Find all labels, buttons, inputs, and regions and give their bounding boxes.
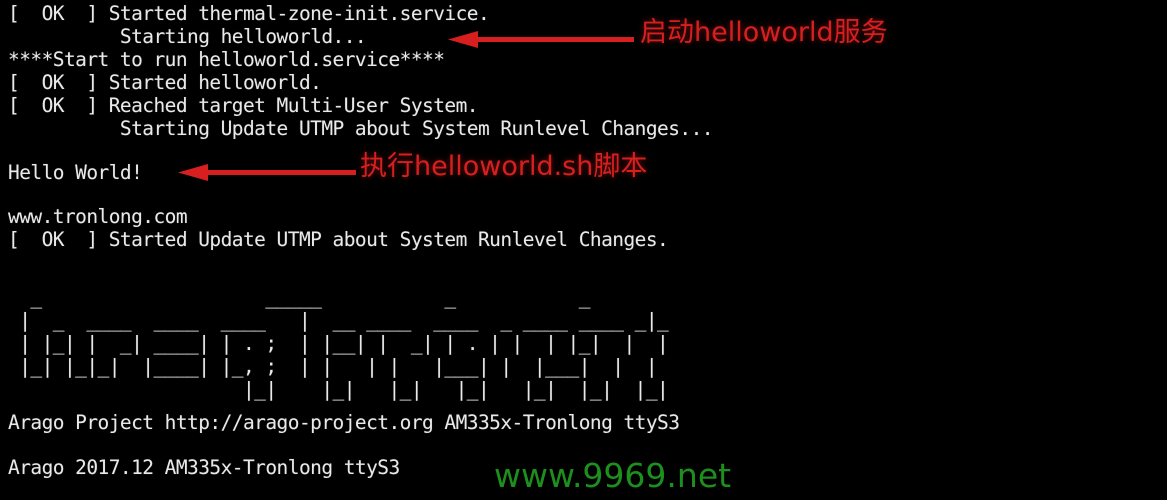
annotation-label-run-helloworld-script: 执行helloworld.sh脚本 bbox=[360, 151, 648, 182]
console-line: [ OK ] Started Update UTMP about System … bbox=[8, 228, 669, 251]
console-line: [ OK ] Started thermal-zone-init.service… bbox=[8, 2, 490, 25]
console-line: ****Start to run helloworld.service**** bbox=[8, 48, 445, 71]
arago-ascii-banner: _ _____ _ _ | _ ____ ____ ____ | __ ____… bbox=[19, 286, 669, 401]
console-line: Starting Update UTMP about System Runlev… bbox=[8, 117, 714, 140]
console-line: [ OK ] Started helloworld. bbox=[8, 71, 322, 94]
annotation-arrow-left-icon bbox=[448, 31, 634, 49]
annotation-arrow-left-icon bbox=[178, 164, 356, 182]
site-watermark: www.9969.net bbox=[494, 456, 732, 495]
annotation-label-start-helloworld-service: 启动helloworld服务 bbox=[640, 17, 888, 48]
console-line: www.tronlong.com bbox=[8, 205, 188, 228]
console-line: Starting helloworld... bbox=[8, 25, 367, 48]
console-output: ed thermal-zone [ OK ] Started thermal-z… bbox=[0, 0, 1167, 500]
console-footer-line: Arago 2017.12 AM335x-Tronlong ttyS3 bbox=[8, 456, 400, 479]
console-line: [ OK ] Reached target Multi-User System. bbox=[8, 94, 479, 117]
console-line: Hello World! bbox=[8, 161, 143, 184]
console-footer-line: Arago Project http://arago-project.org A… bbox=[8, 411, 680, 434]
terminal-screen: ed thermal-zone [ OK ] Started thermal-z… bbox=[0, 0, 1167, 500]
